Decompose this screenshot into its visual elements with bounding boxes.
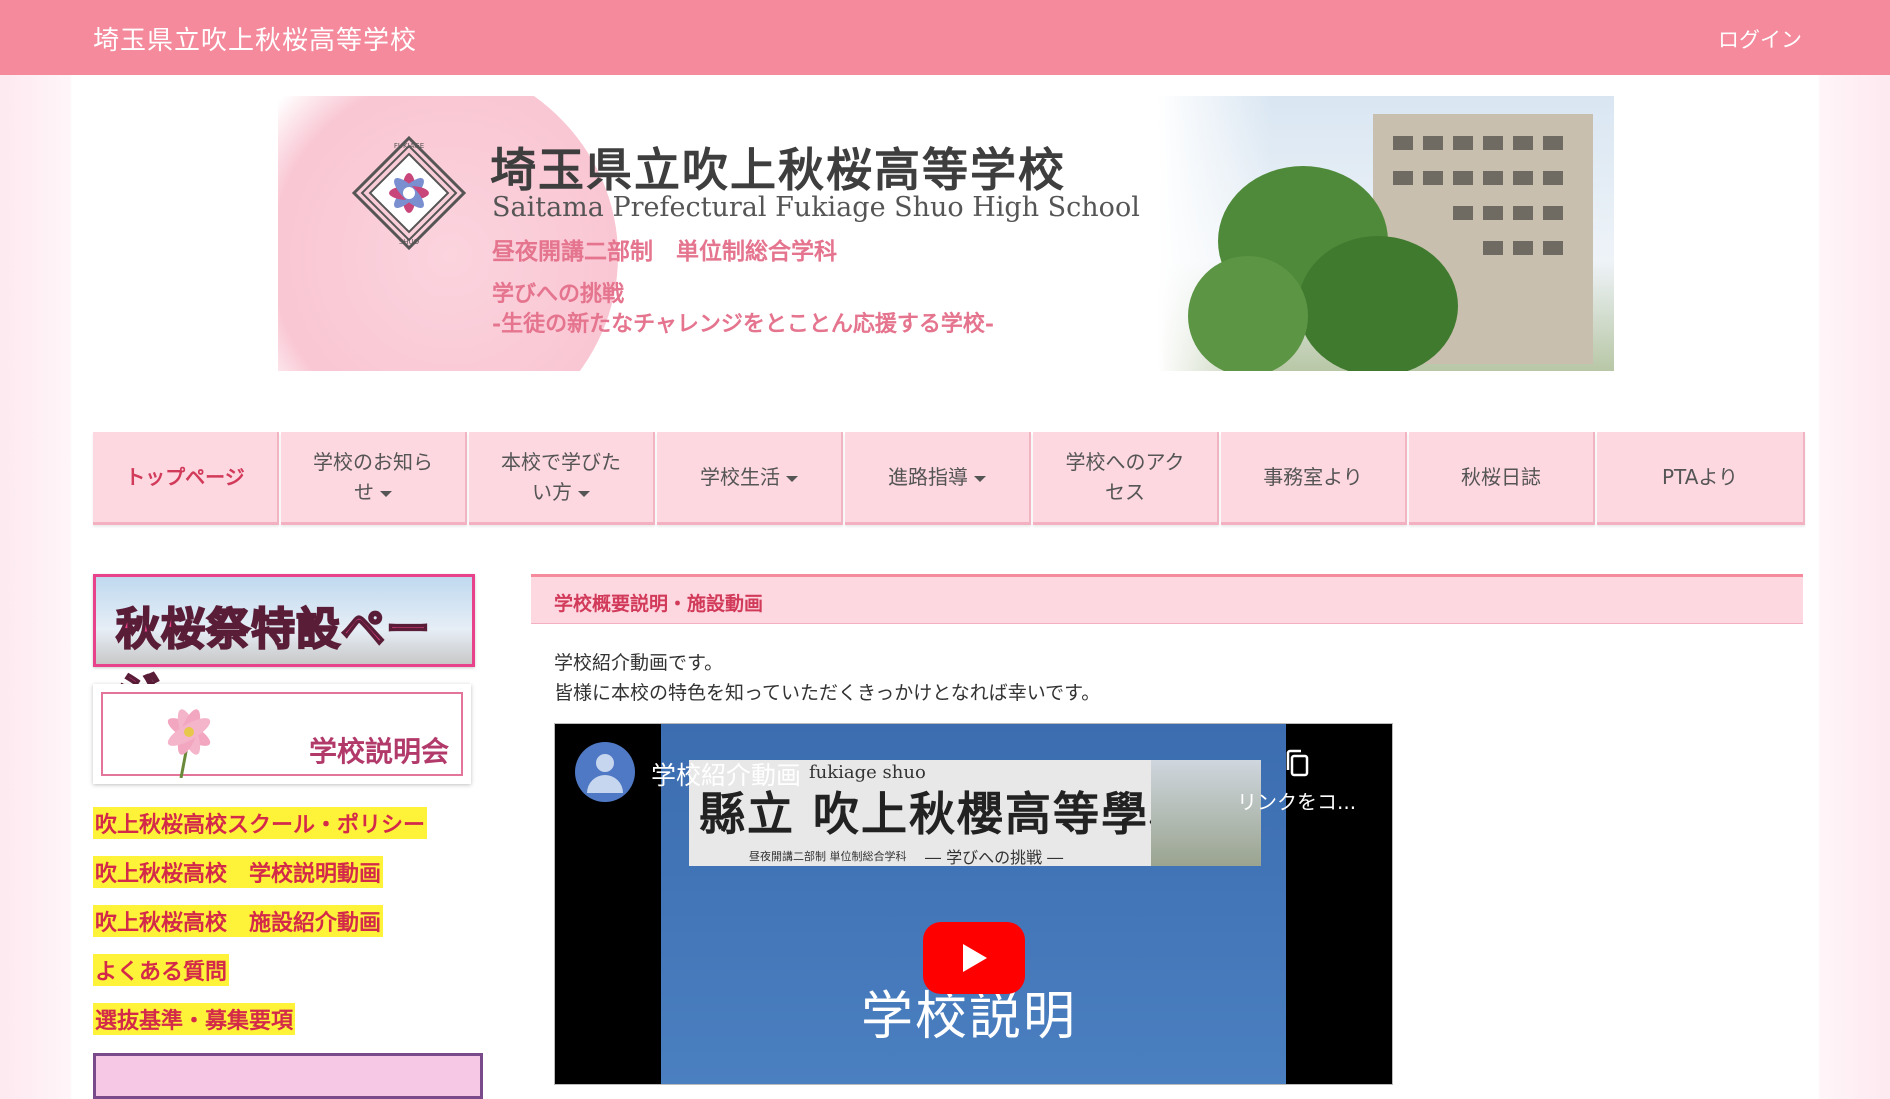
school-building-photo [1158,96,1614,371]
main-nav: トップページ 学校のお知らせ 本校で学びた い方 学校生活 進路指導 学校へのアク… [93,432,1805,525]
nav-access[interactable]: 学校へのアク セス [1033,432,1219,525]
nav-career-guidance[interactable]: 進路指導 [845,432,1031,525]
chevron-down-icon [380,490,392,497]
nav-school-life[interactable]: 学校生活 [657,432,843,525]
youtube-video-embed[interactable]: fukiage shuo 縣立 吹上秋櫻高等學校 昼夜開講二部制 単位制総合学科… [554,723,1393,1085]
video-title[interactable]: 学校紹介動画 [651,756,801,792]
school-briefing-video-link[interactable]: 吹上秋桜高校 学校説明動画 [93,856,384,888]
site-title[interactable]: 埼玉県立吹上秋桜高等学校 [93,20,417,57]
nav-top-page[interactable]: トップページ [93,432,279,525]
chevron-down-icon [974,475,986,482]
login-link[interactable]: ログイン [1718,24,1802,54]
briefing-session-banner[interactable]: 学校説明会 [93,684,471,784]
school-logo-icon: FUKIAGE SHUO [351,135,467,251]
chevron-down-icon [786,475,798,482]
section-header: 学校概要説明・施設動画 [531,574,1803,624]
intro-text-line1: 学校紹介動画です。 [554,652,724,674]
nav-prospective-students[interactable]: 本校で学びた い方 [469,432,655,525]
nav-school-news[interactable]: 学校のお知らせ [281,432,467,525]
nav-pta[interactable]: PTAより [1597,432,1805,525]
school-policy-link[interactable]: 吹上秋桜高校スクール・ポリシー [93,807,428,839]
banner-slogan-title: 学びへの挑戦 [492,281,625,307]
channel-avatar-icon[interactable] [575,742,635,802]
festival-banner[interactable]: 秋桜祭特設ページ [93,574,475,720]
banner-school-name-en: Saitama Prefectural Fukiage Shuo High Sc… [492,192,1140,223]
faq-link[interactable]: よくある質問 [93,954,230,986]
banner-slogan-text: -生徒の新たなチャレンジをとことん応援する学校- [492,311,995,337]
cosmos-flower-icon [167,709,211,778]
svg-text:SHUO: SHUO [399,238,420,246]
copy-link-label[interactable]: リンクをコ... [1237,786,1356,815]
svg-text:FUKIAGE: FUKIAGE [394,142,424,150]
chevron-down-icon [578,490,590,497]
nav-office[interactable]: 事務室より [1221,432,1407,525]
banner-school-name: 埼玉県立吹上秋桜高等学校 [490,143,1066,197]
junior-high-banner[interactable] [93,1053,483,1099]
facility-video-link[interactable]: 吹上秋桜高校 施設紹介動画 [93,905,384,937]
top-bar: 埼玉県立吹上秋桜高等学校 ログイン [0,0,1890,75]
school-banner[interactable]: FUKIAGE SHUO 埼玉県立吹上秋桜高等学校 Saitama Prefec… [278,96,1614,371]
section-title: 学校概要説明・施設動画 [554,593,764,615]
admission-criteria-link[interactable]: 選抜基準・募集要項 [93,1003,296,1035]
play-button[interactable] [923,922,1025,994]
copy-link-icon[interactable] [1283,748,1311,778]
nav-diary[interactable]: 秋桜日誌 [1409,432,1595,525]
banner-department: 昼夜開講二部制 単位制総合学科 [492,238,837,265]
intro-text-line2: 皆様に本校の特色を知っていただくきっかけとなれば幸いです。 [554,682,1101,704]
